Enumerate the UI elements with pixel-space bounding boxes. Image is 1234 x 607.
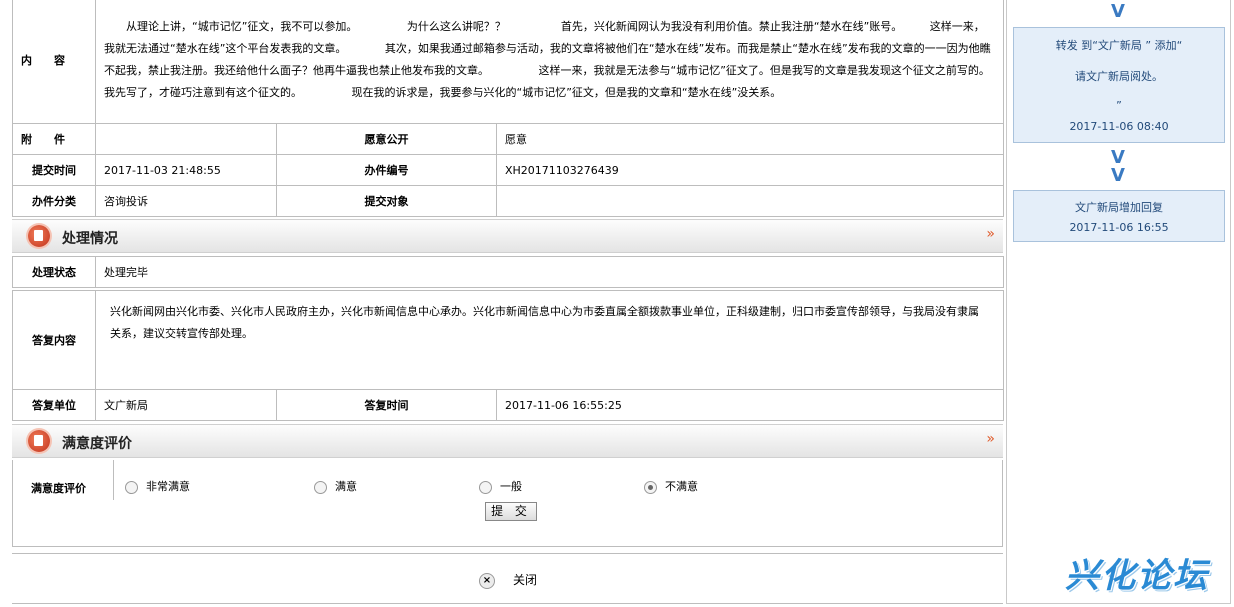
attachment-value	[95, 123, 277, 155]
status-table: 处理状态 处理完毕	[12, 256, 1004, 288]
close-button[interactable]: 关闭	[513, 571, 537, 588]
reply-table: 答复内容 兴化新闻网由兴化市委、兴化市人民政府主办，兴化市新闻信息中心承办。兴化…	[12, 290, 1004, 421]
category-value: 咨询投诉	[95, 185, 277, 217]
rating-section-header: 满意度评价 »	[12, 424, 1003, 458]
reply-time-value: 2017-11-06 16:55:25	[496, 389, 1004, 421]
flow-step-forward: 转发 到“文广新局 ” 添加“ 请文广新局阅处。 ” 2017-11-06 08…	[1013, 27, 1225, 143]
forum-logo: 兴化论坛	[1065, 556, 1209, 596]
case-info-table: 内 容 从理论上讲，“城市记忆”征文，我不可以参加。 为什么这么讲呢？？ 首先，…	[12, 0, 1004, 217]
flow-step-reply: 文广新局增加回复 2017-11-06 16:55	[1013, 190, 1225, 242]
target-label: 提交对象	[276, 185, 497, 217]
radio-icon[interactable]	[125, 480, 138, 494]
close-icon[interactable]: ×	[479, 573, 495, 589]
target-value	[496, 185, 1004, 217]
content-label: 内 容	[12, 0, 96, 124]
public-label: 愿意公开	[276, 123, 497, 155]
rating-option-label: 不满意	[665, 480, 698, 493]
rating-label: 满意度评价	[31, 482, 86, 495]
step-time: 2017-11-06 16:55	[1069, 221, 1169, 234]
status-label: 处理状态	[12, 256, 96, 288]
step-text: 转发 到“文广新局 ” 添加“	[1055, 39, 1183, 52]
chevron-down-icon: V	[1111, 1, 1125, 22]
submit-time-value: 2017-11-03 21:48:55	[95, 154, 277, 186]
reply-label: 答复内容	[12, 290, 96, 390]
rating-option-label: 满意	[335, 480, 357, 493]
case-detail-panel: 内 容 从理论上讲，“城市记忆”征文，我不可以参加。 为什么这么讲呢？？ 首先，…	[12, 0, 1004, 607]
reply-time-label: 答复时间	[276, 389, 497, 421]
document-icon	[28, 225, 50, 247]
footer-bar: × 关闭	[12, 553, 1003, 604]
step-text: 文广新局增加回复	[1075, 201, 1163, 214]
attachment-label: 附 件	[12, 123, 96, 155]
more-chevron-icon[interactable]: »	[986, 226, 995, 242]
radio-icon[interactable]	[479, 480, 492, 494]
rating-option[interactable]: 一般	[479, 478, 522, 494]
rating-option[interactable]: 非常满意	[125, 478, 190, 494]
reply-unit-value: 文广新局	[95, 389, 277, 421]
submit-time-label: 提交时间	[12, 154, 96, 186]
case-no-value: XH20171103276439	[496, 154, 1004, 186]
more-chevron-icon[interactable]: »	[986, 431, 995, 447]
status-value: 处理完毕	[95, 256, 1004, 288]
chevron-down-icon: V	[1111, 165, 1125, 186]
processing-section-header: 处理情况 »	[12, 219, 1003, 253]
reply-text: 兴化新闻网由兴化市委、兴化市人民政府主办，兴化市新闻信息中心承办。兴化市新闻信息…	[95, 290, 1004, 390]
document-icon	[28, 430, 50, 452]
category-label: 办件分类	[12, 185, 96, 217]
step-text: ”	[1116, 99, 1122, 112]
rating-option[interactable]: 不满意	[644, 478, 698, 494]
reply-unit-label: 答复单位	[12, 389, 96, 421]
rating-option-label: 一般	[500, 480, 522, 493]
rating-option[interactable]: 满意	[314, 478, 357, 494]
content-row: 内 容 从理论上讲，“城市记忆”征文，我不可以参加。 为什么这么讲呢？？ 首先，…	[12, 0, 1004, 124]
public-value: 愿意	[496, 123, 1004, 155]
case-no-label: 办件编号	[276, 154, 497, 186]
process-flow-sidebar: V 转发 到“文广新局 ” 添加“ 请文广新局阅处。 ” 2017-11-06 …	[1006, 0, 1231, 604]
step-time: 2017-11-06 08:40	[1069, 120, 1169, 133]
content-text: 从理论上讲，“城市记忆”征文，我不可以参加。 为什么这么讲呢？？ 首先，兴化新闻…	[95, 0, 1004, 124]
rating-section-title: 满意度评价	[62, 436, 132, 452]
radio-icon[interactable]	[314, 480, 327, 494]
step-text: 请文广新局阅处。	[1075, 70, 1163, 83]
rating-option-label: 非常满意	[146, 480, 190, 493]
processing-section-title: 处理情况	[62, 231, 118, 247]
submit-rating-button[interactable]: 提 交	[485, 502, 537, 521]
chevron-down-icon: V	[1111, 147, 1125, 168]
radio-icon[interactable]	[644, 480, 657, 494]
